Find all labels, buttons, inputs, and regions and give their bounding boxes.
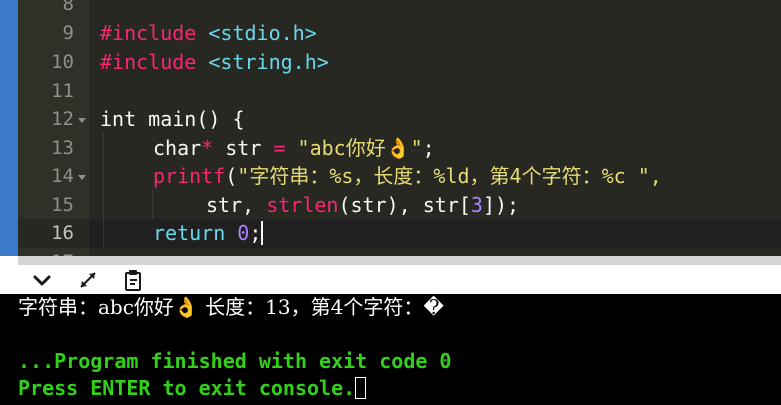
type-keyword: char — [153, 136, 202, 160]
indent-guide — [103, 134, 104, 248]
chevron-down-icon[interactable] — [30, 268, 54, 292]
console-prompt-line: Press ENTER to exit console. — [18, 375, 367, 402]
function-name: strlen — [266, 193, 339, 217]
format-string: "字符串：%s，长度：%ld，第4个字符：%c ", — [237, 164, 662, 188]
fold-arrow-icon[interactable] — [78, 162, 86, 191]
console-exit-message: ...Program finished with exit code 0 — [18, 349, 452, 373]
line-number: 14 — [51, 165, 74, 187]
line-number: 13 — [51, 137, 74, 159]
number-literal: 3 — [470, 193, 483, 217]
left-sidebar-strip — [0, 0, 18, 256]
assign-operator: = — [273, 136, 286, 160]
code-line-13[interactable]: char* str = "abc你好👌"; — [153, 134, 435, 163]
string-literal: "abc你好👌" — [285, 136, 423, 160]
identifier: str — [213, 136, 274, 160]
console-cursor — [355, 377, 367, 399]
console-output-line: 字符串：abc你好👌 长度：13，第4个字符：� — [18, 295, 444, 319]
code-text: main() { — [136, 107, 245, 131]
clipboard-icon[interactable] — [122, 268, 146, 292]
app-root: 8 9 10 11 12 13 14 15 16 17 #include <st… — [0, 0, 781, 405]
expand-arrows-icon[interactable] — [76, 268, 100, 292]
code-line-14[interactable]: printf("字符串：%s，长度：%ld，第4个字符：%c ", — [153, 162, 662, 191]
semicolon: ; — [422, 136, 435, 160]
include-header: <stdio.h> — [196, 21, 317, 45]
line-number: 8 — [62, 0, 74, 15]
code-line-9[interactable]: #include <stdio.h> — [100, 19, 317, 48]
line-number: 16 — [51, 222, 74, 244]
number-literal: 0 — [225, 221, 250, 245]
console-prompt-text: Press ENTER to exit console. — [18, 376, 356, 400]
toolbar-left-strip — [0, 256, 18, 294]
code-line-16[interactable]: return 0; — [153, 219, 264, 248]
console-splitter[interactable] — [0, 256, 781, 265]
line-number: 15 — [51, 194, 74, 216]
line-number: 11 — [51, 80, 74, 102]
line-number: 9 — [62, 22, 74, 44]
line-number: 10 — [51, 51, 74, 73]
code-line-15[interactable]: str, strlen(str), str[3]); — [206, 191, 519, 220]
text-cursor — [261, 221, 264, 245]
function-name: printf — [153, 164, 226, 188]
code-text: (str), str[ — [338, 193, 471, 217]
code-text: ]); — [482, 193, 520, 217]
code-line-12[interactable]: int main() { — [100, 105, 245, 134]
preprocessor-directive: #include — [100, 21, 197, 45]
pointer-operator: * — [201, 136, 214, 160]
fold-arrow-icon[interactable] — [78, 105, 86, 134]
paren: ( — [225, 164, 238, 188]
semicolon: ; — [249, 221, 262, 245]
preprocessor-directive: #include — [100, 50, 197, 74]
return-keyword: return — [153, 221, 226, 245]
line-number: 12 — [51, 108, 74, 130]
include-header: <string.h> — [196, 50, 329, 74]
type-keyword: int — [100, 107, 137, 131]
code-line-10[interactable]: #include <string.h> — [100, 48, 329, 77]
code-text: str, — [206, 193, 267, 217]
indent-guide — [152, 191, 153, 219]
